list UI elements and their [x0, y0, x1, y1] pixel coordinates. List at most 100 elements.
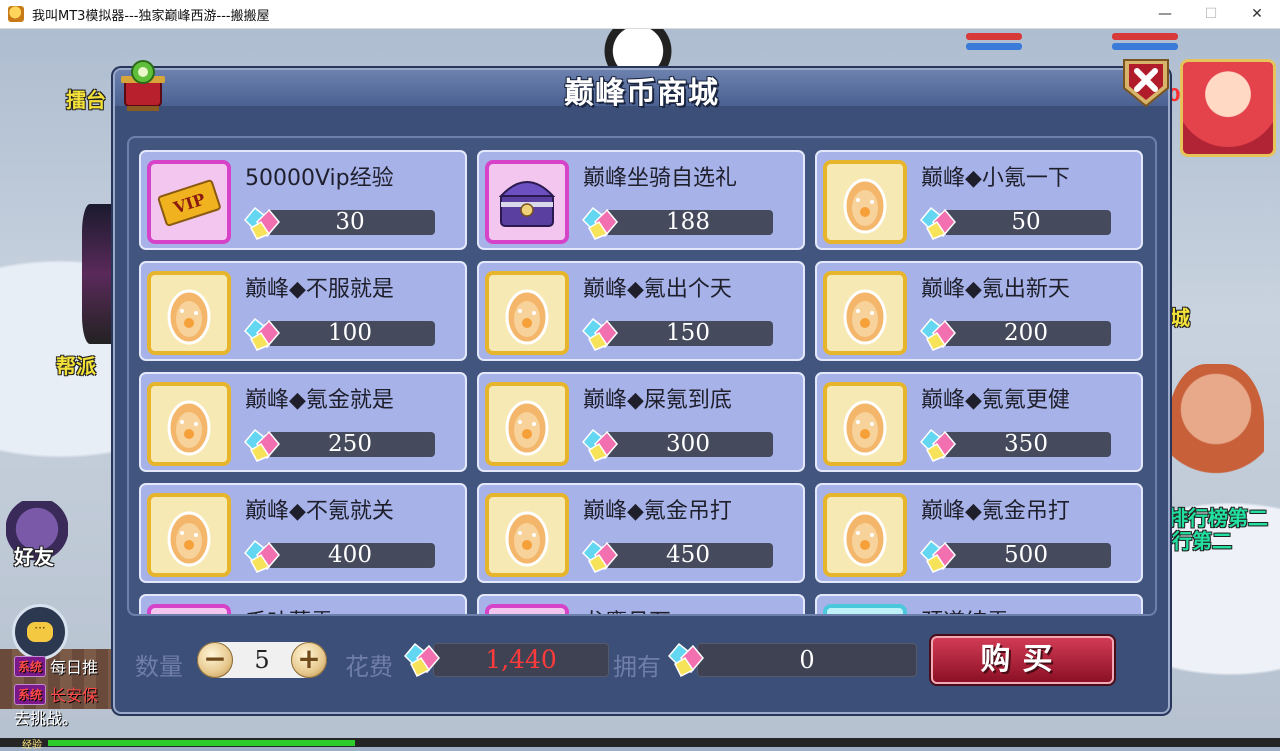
- item-icon-frame: [147, 382, 231, 466]
- shop-item-card[interactable]: 龙鹰月石: [477, 594, 805, 614]
- scene-label-city: 城: [1170, 306, 1190, 330]
- window-controls: — ☐ ✕: [1142, 0, 1280, 28]
- item-icon-frame: VIP: [147, 160, 231, 244]
- player-avatar[interactable]: [1180, 59, 1276, 157]
- item-name: 龙鹰月石: [583, 604, 671, 614]
- egg-icon: [151, 275, 227, 351]
- shop-item-card[interactable]: VIP 50000Vip经验 30: [139, 150, 467, 250]
- shop-item-card[interactable]: 巅峰◆氪出新天 200: [815, 261, 1143, 361]
- gem-currency-icon: [403, 642, 440, 678]
- item-name: 巅峰◆小氪一下: [921, 166, 1070, 191]
- scene-label-arena[interactable]: 擂台: [66, 84, 106, 113]
- item-name: 巅峰坐骑自选礼: [583, 166, 738, 191]
- shop-item-card[interactable]: 巅峰◆氪金吊打 500: [815, 483, 1143, 583]
- friends-icon[interactable]: 好友: [6, 501, 68, 571]
- hp-bar: [966, 33, 1022, 40]
- item-price-bar: 100: [265, 321, 435, 346]
- item-price: 350: [1004, 431, 1048, 457]
- window-titlebar: 我叫MT3模拟器---独家巅峰西游---搬搬屋 — ☐ ✕: [0, 0, 1280, 29]
- quantity-stepper: − 5 +: [197, 642, 327, 678]
- item-price-bar: 30: [265, 210, 435, 235]
- shop-item-card[interactable]: 巅峰◆小氪一下 50: [815, 150, 1143, 250]
- gem-currency-icon: [667, 642, 704, 678]
- partial-icon: [151, 608, 227, 614]
- gem-currency-icon: [241, 426, 285, 462]
- friends-label: 好友: [14, 545, 54, 569]
- shop-item-card[interactable]: 巅峰◆屎氪到底 300: [477, 372, 805, 472]
- egg-icon: [151, 497, 227, 573]
- gem-currency-icon: [917, 315, 961, 351]
- minimize-button[interactable]: —: [1142, 0, 1188, 28]
- item-price: 300: [666, 431, 710, 457]
- item-price: 500: [1004, 542, 1048, 568]
- egg-icon: [827, 275, 903, 351]
- item-name: 颈道结雪: [921, 604, 1009, 614]
- shop-item-card[interactable]: 颈道结雪: [815, 594, 1143, 614]
- increase-quantity-button[interactable]: +: [291, 642, 327, 678]
- item-icon-frame: [485, 382, 569, 466]
- shop-item-card[interactable]: 巅峰◆不服就是 100: [139, 261, 467, 361]
- gem-currency-icon: [579, 315, 623, 351]
- egg-icon: [489, 275, 565, 351]
- quantity-value[interactable]: 5: [233, 642, 291, 678]
- item-price-bar: 50: [941, 210, 1111, 235]
- cost-label: 花费: [345, 653, 393, 681]
- egg-icon: [827, 164, 903, 240]
- item-icon-frame: [147, 493, 231, 577]
- shop-item-card[interactable]: 千叶葬雪: [139, 594, 467, 614]
- shop-item-card[interactable]: 巅峰◆氪氪更健 350: [815, 372, 1143, 472]
- owned-field: 0: [697, 643, 917, 677]
- item-name: 50000Vip经验: [245, 166, 394, 191]
- shop-item-card[interactable]: 巅峰◆不氪就关 400: [139, 483, 467, 583]
- scene-label-guild[interactable]: 帮派: [56, 350, 96, 379]
- exp-label: 经验: [22, 740, 42, 751]
- mp-bar: [966, 43, 1022, 50]
- gem-currency-icon: [917, 426, 961, 462]
- chat-line-3: 去挑战。: [14, 709, 79, 728]
- item-name: 巅峰◆氪金吊打: [921, 499, 1070, 524]
- item-price-bar: 450: [603, 543, 773, 568]
- decrease-quantity-button[interactable]: −: [197, 642, 233, 678]
- item-price-bar: 150: [603, 321, 773, 346]
- target-mp-bar: [1112, 43, 1178, 50]
- item-price: 250: [328, 431, 372, 457]
- chat-button[interactable]: ···: [12, 604, 68, 660]
- dialog-title: 巅峰币商城: [564, 76, 719, 111]
- item-price: 188: [666, 209, 710, 235]
- gem-currency-icon: [917, 537, 961, 573]
- close-window-button[interactable]: ✕: [1234, 0, 1280, 28]
- shop-item-card[interactable]: 巅峰◆氪金就是 250: [139, 372, 467, 472]
- close-dialog-button[interactable]: [1118, 54, 1174, 110]
- shop-item-card[interactable]: 巅峰◆氪金吊打 450: [477, 483, 805, 583]
- shop-item-card[interactable]: 巅峰坐骑自选礼 188: [477, 150, 805, 250]
- item-icon-frame: [823, 160, 907, 244]
- item-icon-frame: [485, 493, 569, 577]
- shop-item-card[interactable]: 巅峰◆氪出个天 150: [477, 261, 805, 361]
- item-price: 100: [328, 320, 372, 346]
- item-icon-frame: [147, 271, 231, 355]
- system-badge: 系统: [14, 683, 47, 705]
- item-icon-frame: [485, 271, 569, 355]
- item-price-bar: 250: [265, 432, 435, 457]
- item-price-bar: 400: [265, 543, 435, 568]
- item-name: 巅峰◆氪出个天: [583, 277, 732, 302]
- chat-text: 长安保: [50, 686, 99, 705]
- buy-label: 购买: [980, 642, 1065, 677]
- exp-bar: [0, 738, 1280, 747]
- egg-icon: [827, 386, 903, 462]
- item-price: 30: [335, 209, 365, 235]
- item-grid[interactable]: VIP 50000Vip经验 30 巅峰坐骑自选礼 188 巅峰◆小氪一下 50 巅峰◆不服就…: [127, 136, 1157, 616]
- chat-line-2: 系统 长安保: [14, 682, 98, 706]
- target-hp-bar: [1112, 33, 1178, 40]
- item-price-bar: 200: [941, 321, 1111, 346]
- item-name: 巅峰◆氪金就是: [245, 388, 394, 413]
- maximize-button[interactable]: ☐: [1188, 0, 1234, 28]
- item-price: 400: [328, 542, 372, 568]
- buy-button[interactable]: 购买: [931, 636, 1114, 684]
- item-icon-frame: [823, 382, 907, 466]
- item-icon-frame: [823, 493, 907, 577]
- gem-currency-icon: [579, 426, 623, 462]
- item-name: 千叶葬雪: [245, 604, 333, 614]
- gem-currency-icon: [241, 315, 285, 351]
- cost-field: 1,440: [433, 643, 609, 677]
